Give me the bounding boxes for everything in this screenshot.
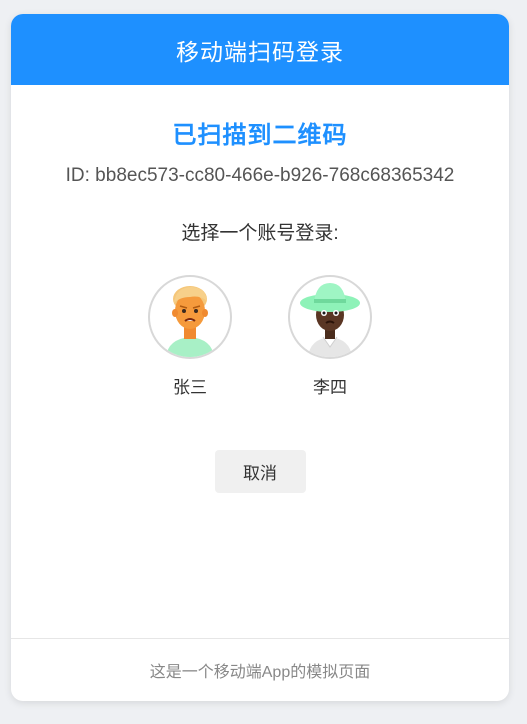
account-name-label: 张三 — [173, 378, 207, 397]
footer-note: 这是一个移动端App的模拟页面 — [11, 638, 509, 701]
footer-text: 这是一个移动端App的模拟页面 — [149, 664, 371, 681]
page-title: 移动端扫码登录 — [176, 38, 344, 65]
account-list: 张三 李四 — [11, 275, 509, 398]
person-blond-avatar-icon[interactable] — [148, 275, 232, 359]
login-card: 移动端扫码登录 已扫描到二维码 ID: bb8ec573-cc80-466e-b… — [11, 14, 509, 701]
cancel-button[interactable]: 取消 — [214, 450, 306, 493]
account-option-zhangsan[interactable]: 张三 — [148, 275, 232, 398]
main-content: 已扫描到二维码 ID: bb8ec573-cc80-466e-b926-768c… — [11, 115, 509, 493]
scan-status-title: 已扫描到二维码 — [172, 122, 348, 149]
header-bar: 移动端扫码登录 — [11, 14, 509, 85]
choose-account-prompt: 选择一个账号登录: — [181, 223, 339, 244]
person-hat-avatar-icon[interactable] — [288, 275, 372, 359]
session-id-text: ID: bb8ec573-cc80-466e-b926-768c68365342 — [65, 165, 455, 186]
account-option-lisi[interactable]: 李四 — [288, 275, 372, 398]
account-name-label: 李四 — [313, 378, 347, 397]
